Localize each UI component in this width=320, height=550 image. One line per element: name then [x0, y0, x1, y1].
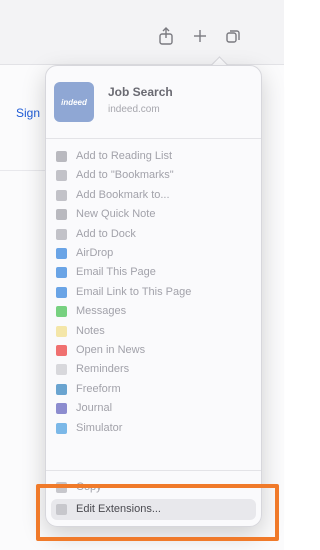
quick-note-icon [56, 209, 67, 221]
menu-item-reminders[interactable]: Reminders [46, 360, 261, 379]
menu-item-add-to-bookmarks[interactable]: Add to "Bookmarks" [46, 166, 261, 185]
simulator-icon [56, 422, 67, 434]
menu-item-label: Journal [76, 402, 113, 415]
menu-item-label: Email Link to This Page [76, 285, 192, 298]
freeform-icon [56, 383, 67, 395]
sign-in-link[interactable]: Sign [16, 106, 40, 120]
reading-list-icon [56, 151, 67, 162]
journal-icon [56, 403, 67, 415]
site-title: Job Search [108, 85, 173, 99]
site-logo: indeed [54, 82, 94, 122]
menu-item-label: Add Bookmark to... [76, 188, 170, 201]
highlight-annotation-box [36, 484, 279, 541]
menu-item-email-this-page[interactable]: Email This Page [46, 263, 261, 282]
site-domain: indeed.com [108, 104, 160, 115]
menu-item-add-bookmark-to[interactable]: Add Bookmark to... [46, 186, 261, 205]
mail-link-icon [56, 286, 67, 298]
menu-item-label: New Quick Note [76, 208, 156, 221]
share-menu: indeed Job Search indeed.com Add to Read… [45, 65, 262, 527]
menu-item-email-link-to-this-page[interactable]: Email Link to This Page [46, 283, 261, 302]
menu-item-label: Add to Reading List [76, 150, 173, 162]
menu-item-new-quick-note[interactable]: New Quick Note [46, 205, 261, 224]
menu-item-label: Add to Dock [76, 227, 136, 240]
menu-item-label: Messages [76, 305, 127, 318]
menu-item-freeform[interactable]: Freeform [46, 380, 261, 399]
reminders-icon [56, 364, 67, 376]
menu-item-label: AirDrop [76, 247, 114, 259]
menu-item-label: Add to "Bookmarks" [76, 169, 174, 182]
menu-item-label: Open in News [76, 344, 146, 356]
book-icon [56, 189, 67, 201]
share-icon[interactable] [157, 27, 175, 45]
menu-item-messages[interactable]: Messages [46, 302, 261, 321]
dock-icon [56, 228, 67, 240]
menu-item-airdrop[interactable]: AirDrop [46, 244, 261, 263]
menu-item-add-to-dock[interactable]: Add to Dock [46, 225, 261, 244]
tabs-overview-icon[interactable] [224, 27, 242, 45]
menu-item-label: Simulator [76, 421, 123, 434]
messages-icon [56, 306, 67, 318]
menu-divider [46, 138, 261, 139]
plus-icon[interactable] [191, 27, 209, 45]
menu-item-label: Email This Page [76, 266, 156, 279]
menu-divider [46, 470, 261, 471]
menu-item-notes[interactable]: Notes [46, 322, 261, 341]
share-menu-header: indeed Job Search indeed.com [54, 80, 254, 130]
menu-item-open-in-news[interactable]: Open in News [46, 341, 261, 360]
browser-toolbar [0, 0, 284, 65]
menu-item-label: Reminders [76, 363, 130, 376]
menu-item-journal[interactable]: Journal [46, 399, 261, 418]
menu-item-simulator[interactable]: Simulator [46, 419, 261, 438]
mail-icon [56, 267, 67, 279]
news-icon [56, 345, 67, 356]
menu-item-add-to-reading-list[interactable]: Add to Reading List [46, 147, 261, 166]
airdrop-icon [56, 248, 67, 259]
bookmark-icon [56, 170, 67, 182]
menu-item-label: Freeform [76, 382, 121, 395]
menu-item-label: Notes [76, 324, 105, 337]
notes-icon [56, 325, 67, 337]
